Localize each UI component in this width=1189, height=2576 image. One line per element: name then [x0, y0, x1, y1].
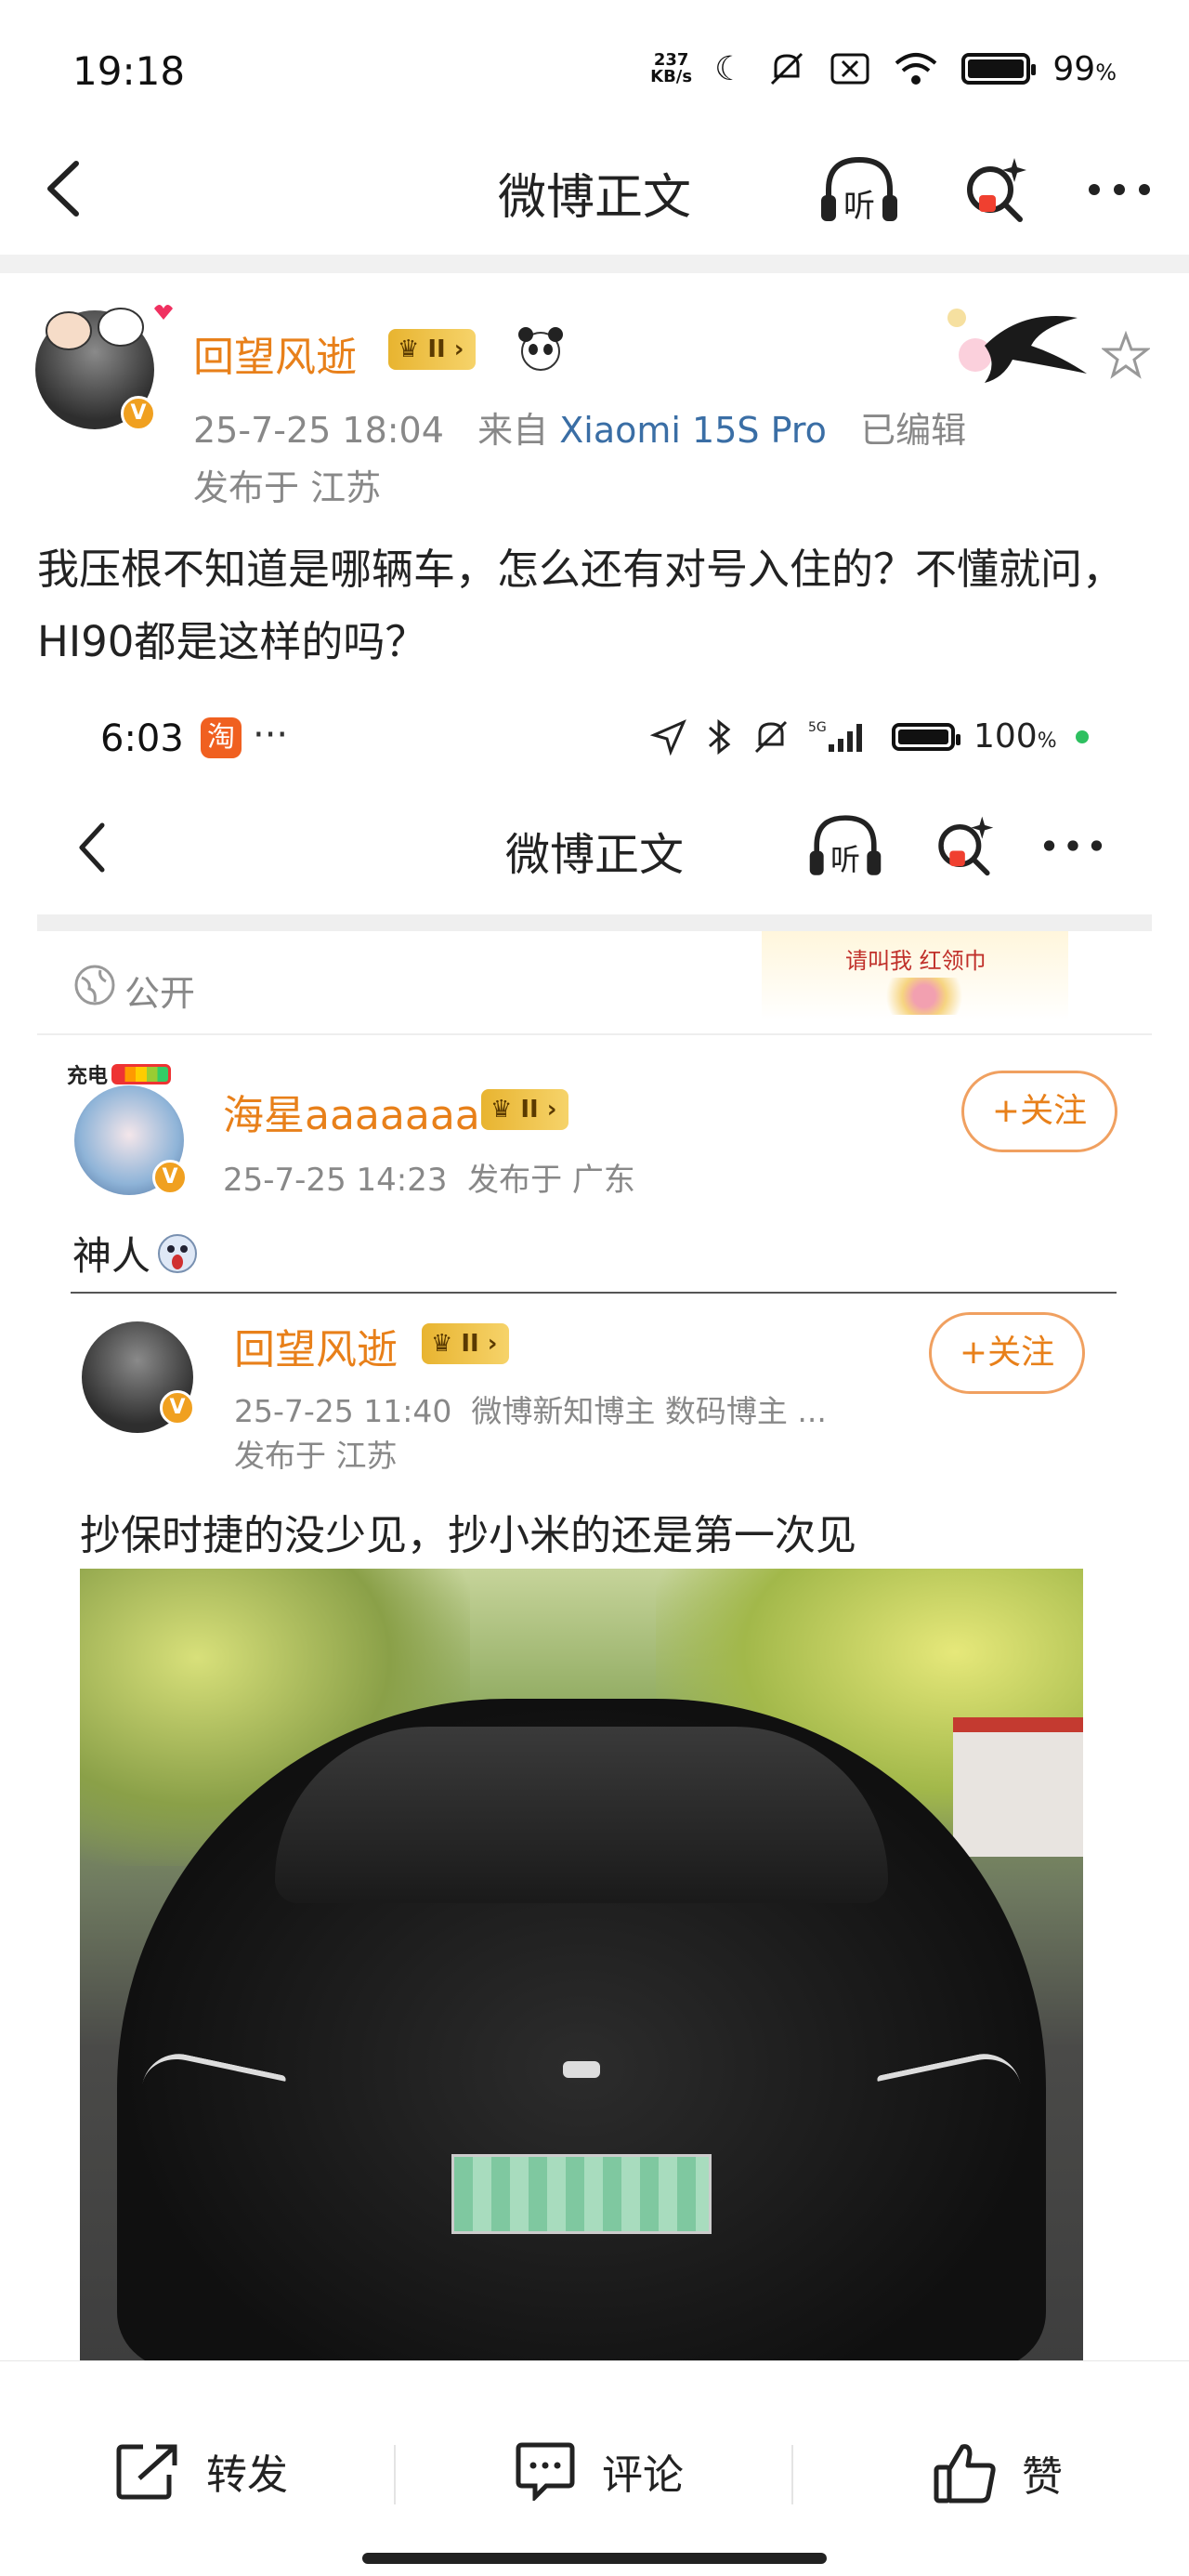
- bus: [953, 1717, 1083, 1857]
- car-windshield: [275, 1727, 888, 1903]
- member-crown-badge: ♛ II ›: [388, 329, 476, 370]
- action-divider-2: [791, 2445, 793, 2504]
- action-divider-1: [394, 2445, 396, 2504]
- bottom-action-bar: 转发 评论 赞: [0, 2360, 1189, 2576]
- post-meta: 25-7-25 18:04 来自 Xiaomi 15S Pro 已编辑: [193, 401, 966, 453]
- repost-underline: [71, 1292, 1117, 1294]
- inner-status-dots: ···: [253, 714, 289, 756]
- edited-label[interactable]: 已编辑: [860, 410, 966, 451]
- repost-action[interactable]: 转发: [115, 2441, 288, 2501]
- source-device[interactable]: Xiaomi 15S Pro: [559, 410, 827, 451]
- wifi-icon: [895, 53, 937, 85]
- sim-off-icon: [830, 53, 869, 85]
- signal-5g-icon: 5G: [808, 720, 862, 752]
- swallow-decoration-icon: [947, 309, 1087, 383]
- inner-status-time: 6:03: [100, 717, 184, 760]
- inner-battery-percent: 100%: [973, 717, 1057, 756]
- location-arrow-icon: [650, 718, 686, 756]
- author-name[interactable]: 回望风逝: [193, 323, 357, 383]
- battery-icon: [961, 53, 1037, 85]
- shocked-emoji-icon: [158, 1233, 198, 1273]
- panda-icon: [518, 327, 563, 371]
- inner-listen-button[interactable]: 听: [806, 812, 884, 879]
- red-scarf-banner-text: 请叫我 红领巾: [845, 948, 986, 974]
- charge-badge: 充电: [67, 1059, 172, 1089]
- battery-percent: 99%: [1052, 49, 1117, 88]
- repost-meta: 25-7-25 14:23 发布于 广东: [223, 1162, 635, 1199]
- bluetooth-icon: [708, 718, 731, 755]
- original-crown-badge: ♛ II ›: [422, 1323, 509, 1364]
- nav-actions: 听: [817, 154, 1152, 225]
- repost-crown-badge: ♛ II ›: [481, 1089, 568, 1130]
- share-icon: [116, 2444, 177, 2500]
- sticker-icon: [46, 305, 173, 350]
- repost-text-row: 神人: [72, 1225, 199, 1281]
- inner-mute-icon: [754, 720, 788, 753]
- inner-status-icons: 5G 100%: [650, 717, 1089, 756]
- comment-action[interactable]: 评论: [513, 2441, 684, 2501]
- home-indicator[interactable]: [362, 2553, 827, 2564]
- original-follow-button[interactable]: +关注: [929, 1312, 1085, 1394]
- repost-follow-button[interactable]: +关注: [961, 1071, 1117, 1152]
- car-photo[interactable]: [80, 1569, 1083, 2360]
- embedded-screenshot[interactable]: 6:03 淘 ··· 5G 100% 微博正文 听 公开 请叫我 红领巾 充电 …: [37, 688, 1152, 2360]
- header-divider: [0, 255, 1189, 273]
- status-time: 19:18: [72, 48, 186, 94]
- banner-flowers: [873, 978, 975, 1015]
- visibility-divider: [37, 1033, 1152, 1035]
- search-spark-icon[interactable]: [959, 154, 1029, 225]
- original-author-name[interactable]: 回望风逝: [234, 1316, 398, 1375]
- status-icons: 237 KB/s ☾ 99%: [650, 48, 1117, 89]
- post-text: 我压根不知道是哪辆车，怎么还有对号入住的？不懂就问，HI90都是这样的吗？: [37, 545, 1125, 666]
- post-location: 发布于 江苏: [193, 467, 382, 508]
- thumbs-up-icon: [934, 2444, 996, 2504]
- author-avatar-wrap[interactable]: V: [35, 299, 173, 431]
- comment-icon: [516, 2442, 575, 2501]
- svg-text:5G: 5G: [808, 720, 827, 735]
- green-dot-icon: [1075, 729, 1089, 743]
- more-icon[interactable]: [1087, 180, 1152, 199]
- globe-icon: [74, 965, 115, 1005]
- inner-more-icon[interactable]: [1042, 836, 1104, 855]
- verified-badge: V: [121, 396, 156, 431]
- original-post-text: 抄保时捷的没少见，抄小米的还是第一次见: [80, 1512, 856, 1559]
- repost-verified-badge: V: [152, 1160, 188, 1195]
- original-location: 发布于 江苏: [234, 1438, 398, 1474]
- like-action[interactable]: 赞: [933, 2441, 1063, 2504]
- red-scarf-banner: 请叫我 红领巾: [762, 931, 1068, 1020]
- favorite-star-icon[interactable]: [1102, 331, 1150, 379]
- listen-button[interactable]: 听: [817, 154, 901, 225]
- visibility-label: 公开: [124, 973, 196, 1014]
- post-date: 25-7-25 18:04: [193, 410, 444, 451]
- inner-search-spark-icon[interactable]: [931, 813, 996, 878]
- source-prefix: 来自: [477, 410, 549, 451]
- original-verified-badge: V: [160, 1390, 195, 1426]
- inner-nav-actions: 听: [806, 812, 1104, 879]
- mute-icon: [771, 52, 804, 85]
- moon-icon: ☾: [714, 49, 745, 88]
- repost-author-name[interactable]: 海星aaaaaaa: [223, 1082, 480, 1141]
- car-logo: [563, 2061, 600, 2078]
- inner-battery-icon: [892, 722, 960, 751]
- original-meta: 25-7-25 11:40 微博新知博主 数码博主 ...: [234, 1393, 827, 1429]
- repost-text: 神人: [72, 1233, 151, 1279]
- license-plate: [451, 2154, 712, 2234]
- inner-header-divider: [37, 914, 1152, 931]
- taobao-icon: 淘: [201, 717, 242, 758]
- net-speed: 237 KB/s: [650, 50, 693, 86]
